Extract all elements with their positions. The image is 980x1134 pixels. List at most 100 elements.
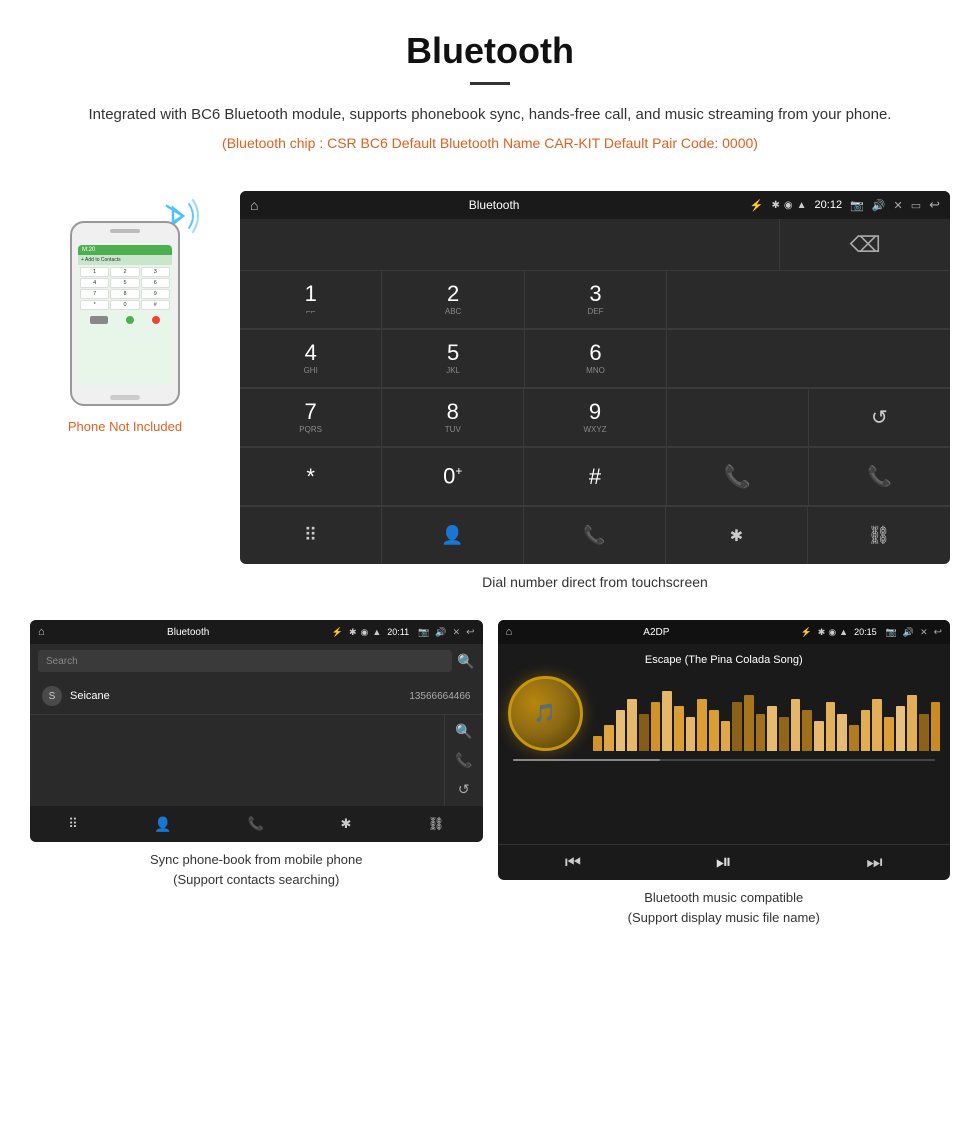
pb-call-side-icon[interactable]: 📞	[455, 752, 472, 769]
phone-key: 6	[141, 278, 170, 288]
dial-key-5[interactable]: 5 JKL	[382, 330, 524, 388]
dial-row-3: 7 PQRS 8 TUV 9 WXYZ ↺	[240, 389, 950, 448]
pb-bt-icon: ✱	[349, 627, 357, 638]
music-screen: ⌂ A2DP ⚡ ✱ ◉ ▲ 20:15 📷 🔊 ✕ ↩ Esca	[498, 620, 951, 880]
phone-screen: M:20 + Add to Contacts 1 2 3 4 5 6 7 8 9…	[78, 245, 172, 385]
end-call-button[interactable]: 📞	[809, 448, 950, 506]
music-time: 20:15	[854, 627, 877, 637]
backspace-button[interactable]: ⌫	[780, 219, 950, 270]
phone-key: 5	[110, 278, 139, 288]
dial-cell-empty	[667, 330, 950, 388]
dial-display-area: ⌫	[240, 219, 950, 271]
music-progress-bar[interactable]	[513, 759, 936, 761]
contacts-button[interactable]: 👤	[382, 507, 524, 564]
link-button[interactable]: ⛓	[808, 507, 950, 564]
phone-body: M:20 + Add to Contacts 1 2 3 4 5 6 7 8 9…	[70, 221, 180, 406]
bluetooth-bt-icon: ✱	[730, 526, 743, 546]
phone-key: *	[80, 300, 109, 310]
music-status-bar: ⌂ A2DP ⚡ ✱ ◉ ▲ 20:15 📷 🔊 ✕ ↩	[498, 620, 951, 644]
bluetooth-bt-button[interactable]: ✱	[666, 507, 808, 564]
dial-key-6[interactable]: 6 MNO	[525, 330, 667, 388]
music-usb-icon: ⚡	[801, 627, 812, 638]
dial-screen: ⌂ Bluetooth ⚡ ✱ ◉ ▲ 20:12 📷 🔊 ✕ ▭ ↩	[240, 191, 950, 564]
refresh-button[interactable]: ↺	[809, 389, 950, 447]
phone-key: 4	[80, 278, 109, 288]
music-progress-area	[508, 759, 941, 761]
music-art-area: 🎵	[508, 676, 941, 751]
pb-search-icon[interactable]: 🔍	[457, 653, 474, 670]
phone-icon: 📞	[583, 525, 605, 546]
signal-icon: ▲	[797, 200, 807, 211]
description-text: Integrated with BC6 Bluetooth module, su…	[60, 103, 920, 127]
fullscreen-icon[interactable]: ▭	[911, 199, 921, 212]
bluetooth-icon: ✱	[772, 200, 780, 211]
phone-key: 0	[110, 300, 139, 310]
dial-key-2[interactable]: 2 ABC	[382, 271, 524, 329]
back-icon[interactable]: ↩	[929, 197, 940, 213]
music-loc-icon: ◉	[828, 627, 836, 638]
keypad-button[interactable]: ⠿	[240, 507, 382, 564]
pb-back-icon[interactable]: ↩	[466, 627, 474, 638]
dial-cell-empty	[667, 271, 950, 329]
next-track-button[interactable]: ⏭	[866, 852, 882, 873]
pb-contact-row[interactable]: S Seicane 13566664466	[30, 678, 483, 715]
dial-key-1[interactable]: 1 ⌐⌐	[240, 271, 382, 329]
end-call-icon: 📞	[867, 464, 892, 489]
music-title: A2DP	[518, 627, 794, 638]
pb-search-side-icon[interactable]: 🔍	[455, 723, 472, 740]
music-cam-icon[interactable]: 📷	[886, 627, 897, 638]
dial-screen-title: Bluetooth	[246, 198, 741, 212]
bottom-screenshots: ⌂ Bluetooth ⚡ ✱ ◉ ▲ 20:11 📷 🔊 ✕ ↩	[0, 605, 980, 937]
dial-cell-empty	[667, 389, 809, 447]
dial-key-8[interactable]: 8 TUV	[382, 389, 524, 447]
header-section: Bluetooth Integrated with BC6 Bluetooth …	[0, 0, 980, 181]
dial-key-9[interactable]: 9 WXYZ	[524, 389, 666, 447]
music-album-art: 🎵	[508, 676, 583, 751]
phone-key: 9	[141, 289, 170, 299]
pb-usb-icon: ⚡	[332, 627, 343, 638]
phone-key: 3	[141, 267, 170, 277]
pb-keypad-icon[interactable]: ⠿	[68, 816, 78, 832]
dial-key-3[interactable]: 3 DEF	[525, 271, 667, 329]
call-icon: 📞	[724, 464, 751, 490]
play-pause-button[interactable]: ⏯	[716, 851, 732, 874]
pb-bt-bottom-icon[interactable]: ✱	[340, 816, 351, 832]
pb-vol-icon[interactable]: 🔊	[435, 627, 446, 638]
pb-refresh-side-icon[interactable]: ↺	[458, 781, 470, 798]
dial-key-4[interactable]: 4 GHI	[240, 330, 382, 388]
prev-track-button[interactable]: ⏮	[565, 852, 581, 873]
pb-side-icons: 🔍 📞 ↺	[444, 715, 482, 806]
music-block: ⌂ A2DP ⚡ ✱ ◉ ▲ 20:15 📷 🔊 ✕ ↩ Esca	[498, 620, 951, 927]
pb-bottom-bar: ⠿ 👤 📞 ✱ ⛓	[30, 806, 483, 842]
pb-contact-number: 13566664466	[409, 691, 470, 702]
phone-button[interactable]: 📞	[524, 507, 666, 564]
music-back-icon[interactable]: ↩	[934, 627, 942, 638]
music-main-area: Escape (The Pina Colada Song) 🎵	[498, 644, 951, 834]
phone-screen-header: M:20	[78, 245, 172, 255]
close-icon[interactable]: ✕	[893, 199, 902, 212]
dial-key-star[interactable]: *	[240, 448, 382, 506]
pb-cam-icon[interactable]: 📷	[418, 627, 429, 638]
music-cls-icon[interactable]: ✕	[920, 627, 928, 638]
music-vol-icon[interactable]: 🔊	[903, 627, 914, 638]
phone-key: 1	[80, 267, 109, 277]
pb-link-bottom-icon[interactable]: ⛓	[428, 816, 445, 832]
camera-icon[interactable]: 📷	[850, 199, 864, 212]
call-button[interactable]: 📞	[667, 448, 809, 506]
pb-cls-icon[interactable]: ✕	[453, 627, 461, 638]
dial-key-hash[interactable]: #	[524, 448, 666, 506]
pb-spacer	[30, 715, 444, 806]
phone-key: 8	[110, 289, 139, 299]
pb-user-icon[interactable]: 👤	[154, 816, 171, 833]
music-song-name: Escape (The Pina Colada Song)	[645, 654, 803, 666]
pb-home-icon[interactable]: ⌂	[38, 626, 45, 638]
dial-key-7[interactable]: 7 PQRS	[240, 389, 382, 447]
pb-search-box[interactable]: Search	[38, 650, 452, 672]
volume-icon[interactable]: 🔊	[872, 199, 886, 212]
status-icons: ✱ ◉ ▲	[772, 200, 807, 211]
pb-phone-icon[interactable]: 📞	[248, 816, 264, 832]
dial-key-0[interactable]: 0+	[382, 448, 524, 506]
dial-keypad: 1 ⌐⌐ 2 ABC 3 DEF 4	[240, 271, 950, 506]
dial-number-display	[240, 219, 780, 270]
music-home-icon[interactable]: ⌂	[506, 626, 513, 638]
